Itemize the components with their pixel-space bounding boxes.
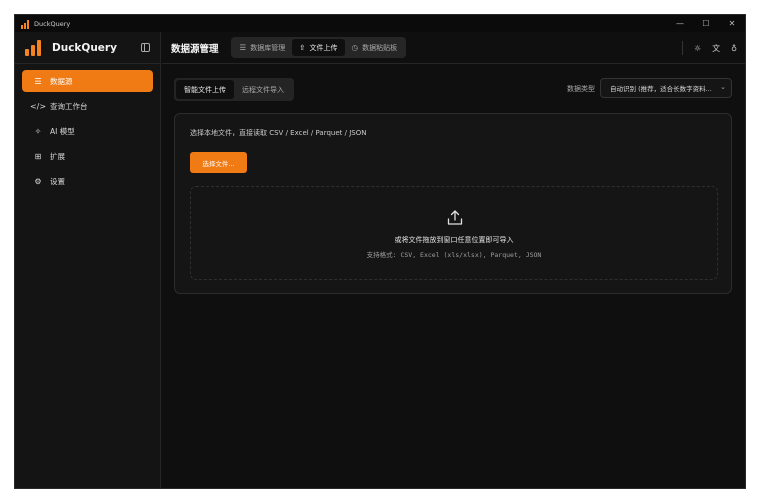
minimize-button[interactable]: — xyxy=(667,15,693,32)
data-type-value: 自动识别 (推荐，适合长数字资料... xyxy=(610,85,712,93)
tab-label: 数据粘贴板 xyxy=(362,43,398,52)
drop-zone-text: 或将文件拖放到窗口任意位置即可导入 xyxy=(394,236,514,244)
sidebar-item-ai-models[interactable]: ✧ AI 模型 xyxy=(22,120,153,142)
sidebar-item-datasource[interactable]: ☰ 数据源 xyxy=(22,70,153,92)
tab-remote-import[interactable]: 远程文件导入 xyxy=(234,80,292,99)
tab-label: 文件上传 xyxy=(309,43,338,52)
upload-icon: ⇧ xyxy=(299,43,306,52)
supported-formats: 支持格式: CSV, Excel (xls/xlsx), Parquet, JS… xyxy=(366,251,542,259)
tab-database-management[interactable]: ☰ 数据库管理 xyxy=(233,39,293,56)
sidebar-item-query-workbench[interactable]: </> 查询工作台 xyxy=(22,95,153,117)
tab-smart-upload[interactable]: 智能文件上传 xyxy=(176,80,234,99)
page-title: 数据源管理 xyxy=(171,43,219,55)
drop-zone[interactable]: 或将文件拖放到窗口任意位置即可导入 支持格式: CSV, Excel (xls/… xyxy=(190,186,718,280)
main-content: 智能文件上传 远程文件导入 数据类型 自动识别 (推荐，适合长数字资料... ⌄… xyxy=(162,65,745,488)
upload-card: 选择本地文件，直接读取 CSV / Excel / Parquet / JSON… xyxy=(174,113,732,294)
divider xyxy=(681,41,683,55)
header-tabs: ☰ 数据库管理 ⇧ 文件上传 ◷ 数据粘贴板 xyxy=(230,37,407,58)
close-button[interactable]: ✕ xyxy=(719,15,745,32)
title-bar: DuckQuery — ☐ ✕ xyxy=(15,15,745,32)
sparkle-icon: ✧ xyxy=(34,126,42,136)
sidebar: DuckQuery ☰ 数据源 </> 查询工作台 ✧ AI 模型 ⊞ 扩展 ⚙ xyxy=(15,32,161,488)
database-icon: ☰ xyxy=(239,43,247,52)
upload-icon xyxy=(447,210,463,225)
brand: DuckQuery xyxy=(15,32,160,64)
sidebar-item-label: 数据源 xyxy=(50,76,73,86)
sidebar-item-label: 扩展 xyxy=(50,151,65,161)
github-icon[interactable]: ♁ xyxy=(731,44,737,53)
code-icon: </> xyxy=(29,101,47,111)
clipboard-icon: ◷ xyxy=(351,43,359,52)
brand-name: DuckQuery xyxy=(52,41,117,54)
upload-mode-tabs: 智能文件上传 远程文件导入 xyxy=(174,78,294,101)
app-window: DuckQuery — ☐ ✕ DuckQuery ☰ 数据源 </> 查询工作… xyxy=(14,14,746,489)
extensions-icon: ⊞ xyxy=(34,151,42,161)
app-logo-icon xyxy=(21,19,31,29)
theme-icon[interactable]: ☼ xyxy=(694,44,701,53)
sidebar-item-label: 查询工作台 xyxy=(50,101,88,111)
sidebar-item-extensions[interactable]: ⊞ 扩展 xyxy=(22,145,153,167)
translate-icon[interactable]: 文 xyxy=(712,43,720,54)
sidebar-nav: ☰ 数据源 </> 查询工作台 ✧ AI 模型 ⊞ 扩展 ⚙ 设置 xyxy=(15,64,160,201)
header-actions: ☼ 文 ♁ xyxy=(681,32,737,64)
database-icon: ☰ xyxy=(34,76,42,86)
chevron-down-icon: ⌄ xyxy=(720,83,726,91)
data-type-select[interactable]: 自动识别 (推荐，适合长数字资料... ⌄ xyxy=(600,78,732,98)
window-title: DuckQuery xyxy=(34,19,71,28)
sidebar-item-label: AI 模型 xyxy=(50,126,75,136)
data-type-label: 数据类型 xyxy=(567,85,595,93)
upload-hint: 选择本地文件，直接读取 CSV / Excel / Parquet / JSON xyxy=(190,129,367,137)
sidebar-item-label: 设置 xyxy=(50,176,65,186)
maximize-button[interactable]: ☐ xyxy=(693,15,719,32)
top-header: 数据源管理 ☰ 数据库管理 ⇧ 文件上传 ◷ 数据粘贴板 ☼ 文 ♁ xyxy=(162,32,745,64)
window-controls: — ☐ ✕ xyxy=(667,15,745,32)
gear-icon: ⚙ xyxy=(34,176,42,186)
choose-file-button[interactable]: 选择文件... xyxy=(190,152,247,173)
tab-file-upload[interactable]: ⇧ 文件上传 xyxy=(292,39,345,56)
duckquery-logo-icon xyxy=(25,39,44,56)
sidebar-item-settings[interactable]: ⚙ 设置 xyxy=(22,170,153,192)
tab-data-clipboard[interactable]: ◷ 数据粘贴板 xyxy=(345,39,405,56)
tab-label: 数据库管理 xyxy=(250,43,286,52)
sidebar-collapse-icon[interactable] xyxy=(141,43,150,52)
